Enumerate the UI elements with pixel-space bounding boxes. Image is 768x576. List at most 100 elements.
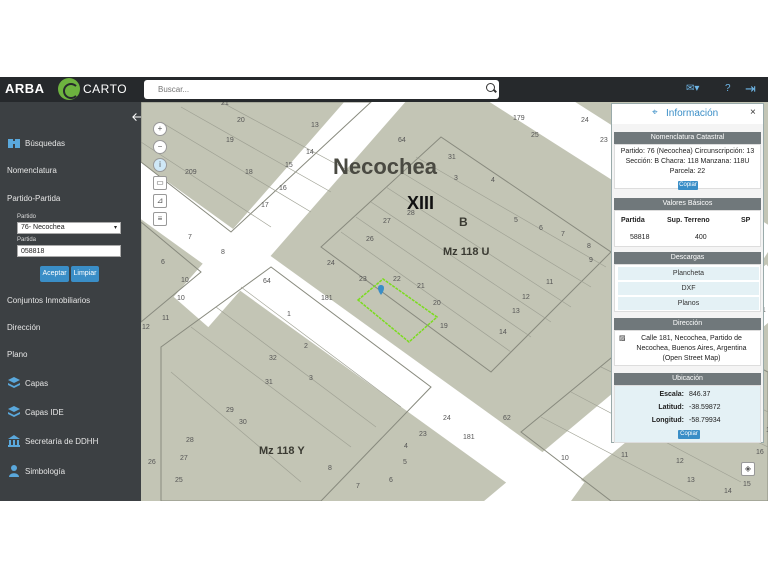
measure-icon[interactable]: ⊿	[153, 194, 167, 208]
search-input[interactable]	[144, 80, 499, 99]
sidebar-item-label: Capas	[25, 378, 49, 388]
sidebar-item-secretaria[interactable]: Secretaría de DDHH	[7, 434, 98, 448]
escala-value: 846.37	[689, 391, 711, 398]
parcel-number: 11	[546, 279, 553, 286]
parcel-number: 10	[181, 277, 189, 284]
sidebar-item-nomenclatura[interactable]: Nomenclatura	[7, 166, 57, 175]
parcel-number: 32	[269, 355, 277, 362]
sidebar-item-partido-partida[interactable]: Partido-Partida	[7, 194, 60, 203]
image-icon: ▨	[619, 335, 626, 342]
parcel-number: 7	[188, 234, 192, 241]
parcel-number: 27	[180, 455, 188, 462]
institution-icon	[8, 435, 20, 447]
street-label: 179	[513, 115, 525, 122]
parcel-number: 12	[522, 294, 530, 301]
person-icon	[9, 465, 19, 477]
parcel-number: 19	[440, 323, 448, 330]
valores-header: Valores Básicos	[614, 198, 761, 210]
sidebar-item-capas[interactable]: Capas	[7, 376, 48, 390]
parcel-number: 14	[724, 488, 732, 495]
partida-input[interactable]	[17, 245, 121, 257]
latitud-label: Latitud:	[658, 404, 684, 411]
app-window: ARBA CARTO ✉▾ ? ⇥ 🡐 Búsquedas Nomenclatu…	[0, 77, 768, 501]
parcel-number: 10	[177, 295, 185, 302]
parcel-number: 26	[366, 236, 374, 243]
parcel-number: 12	[676, 458, 684, 465]
sidebar: 🡐 Búsquedas Nomenclatura Partido-Partida…	[0, 102, 163, 501]
print-icon[interactable]: ▭	[153, 176, 167, 190]
partido-select-value: 76- Necochea	[21, 224, 65, 231]
street-label: 64	[398, 137, 406, 144]
layers-icon	[8, 406, 20, 417]
search-icon[interactable]	[486, 83, 495, 92]
parcel-number: 5	[403, 459, 407, 466]
partido-select[interactable]: 76- Necochea ▾	[17, 222, 121, 234]
sidebar-item-capas-ide[interactable]: Capas IDE	[7, 405, 64, 419]
direccion-header: Dirección	[614, 318, 761, 330]
plancheta-link[interactable]: Plancheta	[618, 267, 759, 280]
street-label: 64	[263, 278, 271, 285]
info-panel-header: ⌖ Información ×	[612, 104, 763, 124]
escala-label: Escala:	[659, 391, 684, 398]
street-label: 181	[463, 434, 475, 441]
parcel-number: 5	[514, 217, 518, 224]
parcel-number: 13	[512, 308, 520, 315]
sidebar-item-plano[interactable]: Plano	[7, 350, 27, 359]
info-tool-icon[interactable]: i	[153, 158, 167, 172]
ubicacion-body: Escala: 846.37 Latitud: -38.59872 Longit…	[614, 385, 761, 443]
limpiar-button[interactable]: Limpiar	[71, 266, 99, 282]
cell-partida: 58818	[630, 234, 650, 241]
copy-ubicacion-button[interactable]: Copiar	[678, 430, 700, 439]
nomenclatura-line: Sección: B Chacra: 118 Manzana: 118U	[625, 158, 750, 165]
aceptar-button[interactable]: Aceptar	[40, 266, 69, 282]
parcel-number: 18	[245, 169, 253, 176]
latitud-value: -38.59872	[689, 404, 721, 411]
parcel-number: 19	[226, 137, 234, 144]
parcel-number: 28	[186, 437, 194, 444]
parcel-number: 25	[175, 477, 183, 484]
parcel-number: 15	[743, 481, 751, 488]
layers-icon	[8, 377, 20, 388]
parcel-number: 16	[756, 449, 764, 456]
parcel-number: 25	[531, 132, 539, 139]
descargas-header: Descargas	[614, 252, 761, 264]
parcel-number: 10	[561, 455, 569, 462]
copy-nomenclatura-button[interactable]: Copiar	[678, 181, 698, 190]
layers-tool-icon[interactable]: ≡	[153, 212, 167, 226]
parcel-number: 9	[589, 257, 593, 264]
parcel-number: 31	[265, 379, 273, 386]
street-label: 181	[321, 295, 333, 302]
col-sup-terreno: Sup. Terreno	[667, 217, 710, 224]
col-sp: SP	[741, 217, 751, 224]
planos-link[interactable]: Planos	[618, 297, 759, 310]
dxf-link[interactable]: DXF	[618, 282, 759, 295]
longitud-label: Longitud:	[651, 417, 684, 424]
valores-table: Partida Sup. Terreno SP 58818 400	[614, 210, 761, 247]
sidebar-item-direccion[interactable]: Dirección	[7, 323, 40, 332]
pin-icon: ⌖	[652, 107, 658, 118]
parcel-number: 21	[221, 102, 229, 107]
help-icon[interactable]: ?	[725, 83, 731, 94]
mz-u-label: Mz 118 U	[443, 246, 490, 258]
sidebar-item-label: Partido-Partida	[7, 194, 61, 203]
parcel-number: 6	[389, 477, 393, 484]
section-label: B	[459, 215, 468, 229]
parcel-number: 28	[407, 210, 415, 217]
street-label: 209	[185, 169, 197, 176]
locate-icon[interactable]: ◈	[741, 462, 755, 476]
sidebar-item-label: Conjuntos Inmobiliarios	[7, 296, 91, 305]
carto-logo-text: CARTO	[83, 82, 128, 96]
zoom-out-icon[interactable]: −	[153, 140, 167, 154]
close-icon[interactable]: ×	[750, 107, 756, 118]
parcel-number: 7	[561, 231, 565, 238]
descargas-body: Plancheta DXF Planos	[614, 264, 761, 312]
mail-icon[interactable]: ✉▾	[686, 83, 699, 94]
parcel-number: 29	[226, 407, 234, 414]
zoom-in-icon[interactable]: +	[153, 122, 167, 136]
parcel-number: 3	[309, 375, 313, 382]
carto-logo-icon	[58, 78, 80, 100]
sidebar-item-conjuntos[interactable]: Conjuntos Inmobiliarios	[7, 296, 90, 305]
sidebar-item-busquedas[interactable]: Búsquedas	[7, 136, 65, 150]
sidebar-item-simbologia[interactable]: Simbología	[7, 464, 65, 478]
logout-icon[interactable]: ⇥	[745, 81, 756, 97]
